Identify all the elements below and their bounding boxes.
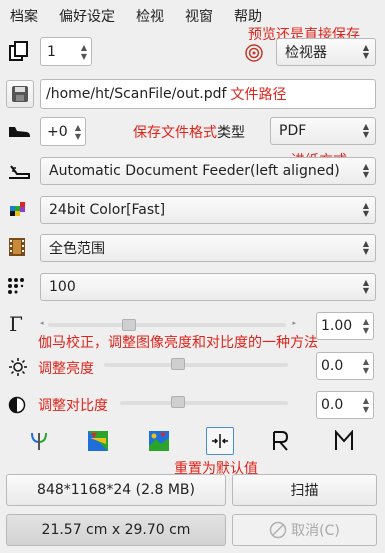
brightness-stepper[interactable]: ▲ ▼ — [363, 357, 369, 375]
preview-target-select[interactable]: 检视器 ▲ ▼ — [276, 38, 376, 66]
copies-icon — [8, 40, 30, 62]
file-path-value: /home/ht/ScanFile/out.pdf — [46, 86, 227, 102]
gamma-value: 1.00 — [321, 318, 353, 334]
format-type-label: 类型 — [217, 125, 245, 141]
image-size-info: 848*1168*24 (2.8 MB) — [6, 474, 226, 506]
preview-target-value: 检视器 — [285, 45, 327, 61]
histogram-button[interactable] — [145, 427, 173, 455]
scan-button[interactable]: 扫描 — [232, 474, 377, 506]
chevron-updown-icon: ▲ ▼ — [362, 201, 369, 218]
gamma-hint: 伽马校正，调整图像亮度和对比度的一种方法 — [38, 335, 318, 351]
range-select[interactable]: 全色范围 ▲ ▼ — [40, 234, 376, 262]
reset-defaults-button[interactable] — [206, 427, 234, 455]
chevron-updown-icon: ▲ ▼ — [362, 278, 369, 295]
cancel-button-label: 取消(C) — [291, 523, 340, 539]
letter-m-icon — [335, 430, 353, 450]
auto-enhance-button[interactable] — [84, 427, 112, 455]
increment-stepper[interactable]: ▲ ▼ — [75, 123, 81, 141]
chevron-updown-icon: ▲ ▼ — [362, 162, 369, 179]
contrast-icon — [8, 396, 26, 414]
letter-r-icon — [273, 431, 289, 451]
brightness-value: 0.0 — [321, 358, 344, 374]
contrast-slider[interactable] — [40, 396, 296, 410]
restore-button[interactable] — [266, 427, 294, 455]
brightness-slider-handle[interactable] — [171, 358, 185, 370]
gamma-slider-handle[interactable] — [122, 319, 136, 331]
floppy-disk-icon — [12, 86, 28, 102]
collapse-arrows-icon — [212, 434, 228, 448]
cancel-button[interactable]: 取消(C) — [232, 514, 377, 546]
menu-window[interactable]: 视窗 — [185, 6, 213, 26]
menu-help[interactable]: 帮助 — [234, 6, 262, 26]
color-mode-value: 24bit Color[Fast] — [49, 202, 166, 218]
source-value: Automatic Document Feeder(left aligned) — [49, 163, 340, 179]
format-select[interactable]: PDF ▲ ▼ — [270, 117, 376, 145]
brightness-sun-icon — [8, 357, 28, 377]
save-folder-button[interactable] — [6, 80, 34, 108]
copies-stepper[interactable]: ▲ ▼ — [81, 43, 87, 61]
contrast-value: 0.0 — [321, 397, 344, 413]
paper-size-info: 21.57 cm x 29.70 cm — [6, 514, 226, 546]
menu-preferences[interactable]: 偏好设定 — [59, 6, 115, 26]
file-path-input[interactable]: /home/ht/ScanFile/out.pdf 文件路径 — [40, 79, 376, 109]
resolution-value: 100 — [49, 279, 76, 295]
scanner-feeder-icon — [7, 162, 31, 182]
landscape-image-icon — [149, 431, 169, 451]
image-enhance-icon — [88, 431, 108, 451]
image-size-value: 848*1168*24 (2.8 MB) — [37, 482, 195, 498]
chevron-updown-icon: ▲ ▼ — [362, 43, 369, 60]
scan-button-label: 扫描 — [290, 483, 319, 499]
format-hint: 保存文件格式 — [133, 125, 217, 141]
increment-spinbox[interactable]: +0 ▲ ▼ — [40, 117, 86, 146]
shoe-icon — [7, 123, 31, 139]
format-value: PDF — [279, 123, 307, 139]
menu-view[interactable]: 检视 — [136, 6, 164, 26]
gamma-stepper[interactable]: ▲ ▼ — [363, 317, 369, 335]
viewer-target-icon — [244, 43, 264, 63]
file-path-hint: 文件路径 — [230, 87, 287, 103]
chevron-updown-icon: ▲ ▼ — [362, 122, 369, 139]
psi-fork-icon — [31, 432, 47, 450]
brightness-slider[interactable] — [40, 358, 296, 372]
gamma-spinbox[interactable]: 1.00 ▲ ▼ — [316, 312, 374, 340]
color-mode-icon — [8, 200, 28, 220]
copies-value: 1 — [47, 43, 56, 60]
range-value: 全色范围 — [49, 241, 105, 257]
increment-value: +0 — [47, 123, 68, 140]
brightness-spinbox[interactable]: 0.0 ▲ ▼ — [316, 352, 374, 380]
source-select[interactable]: Automatic Document Feeder(left aligned) … — [40, 157, 376, 185]
color-mode-select[interactable]: 24bit Color[Fast] ▲ ▼ — [40, 196, 376, 224]
copies-spinbox[interactable]: 1 ▲ ▼ — [40, 37, 92, 66]
paper-size-value: 21.57 cm x 29.70 cm — [41, 522, 191, 538]
film-strip-icon — [8, 237, 26, 257]
contrast-stepper[interactable]: ▲ ▼ — [363, 396, 369, 414]
contrast-slider-handle[interactable] — [171, 396, 185, 408]
channel-fork-button[interactable] — [25, 427, 53, 455]
gamma-slider[interactable]: ◂ ▸ — [40, 318, 296, 332]
chevron-updown-icon: ▲ ▼ — [362, 239, 369, 256]
gamma-icon: Γ — [9, 312, 23, 336]
cancel-circle-icon — [269, 521, 287, 539]
format-label: 保存文件格式类型 — [133, 122, 245, 142]
resolution-select[interactable]: 100 ▲ ▼ — [40, 273, 376, 301]
menu-file[interactable]: 档案 — [10, 6, 38, 26]
contrast-spinbox[interactable]: 0.0 ▲ ▼ — [316, 391, 374, 419]
median-button[interactable] — [330, 427, 358, 455]
resolution-dots-icon — [7, 277, 27, 295]
